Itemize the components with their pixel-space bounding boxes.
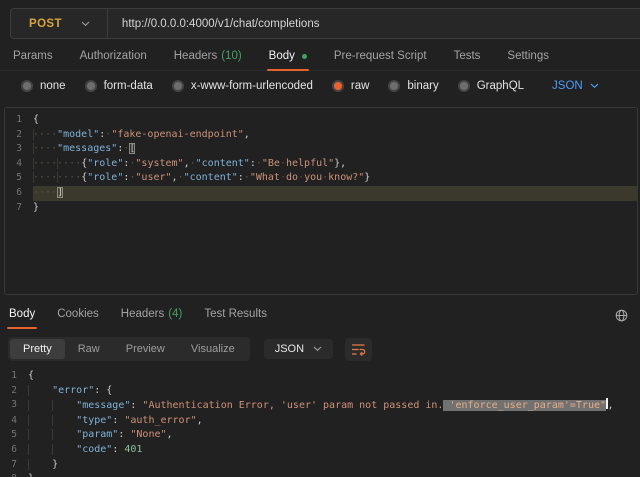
response-tab-cookies[interactable]: Cookies	[57, 308, 99, 328]
line-number: 2	[5, 128, 33, 143]
response-tab-test-results[interactable]: Test Results	[204, 308, 267, 328]
line-number: 7	[5, 201, 33, 216]
line-number: 3	[5, 142, 33, 157]
wrap-text-button[interactable]	[345, 338, 372, 361]
globe-icon[interactable]	[615, 309, 628, 328]
tab-body[interactable]: Body	[269, 50, 307, 70]
tab-headers[interactable]: Headers(10)	[174, 50, 242, 70]
response-tabs: Body Cookies Headers(4) Test Results	[0, 295, 640, 328]
code-line[interactable]: 1{	[0, 369, 640, 384]
body-modified-dot-icon	[302, 54, 307, 59]
radio-icon	[388, 80, 400, 92]
request-tabs: Params Authorization Headers(10) Body Pr…	[0, 39, 640, 71]
chevron-down-icon	[81, 21, 90, 27]
code-line[interactable]: 2····"model":·"fake-openai-endpoint",	[5, 128, 637, 143]
radio-x-www-form-urlencoded[interactable]: x-www-form-urlencoded	[172, 80, 313, 92]
line-number: 4	[0, 414, 28, 429]
radio-raw[interactable]: raw	[332, 80, 370, 92]
radio-none[interactable]: none	[21, 80, 66, 92]
line-number: 3	[0, 398, 28, 414]
tab-pre-request-script[interactable]: Pre-request Script	[334, 50, 427, 70]
response-tab-body[interactable]: Body	[9, 308, 35, 328]
line-number: 1	[5, 113, 33, 128]
chevron-down-icon	[590, 83, 599, 89]
radio-binary[interactable]: binary	[388, 80, 438, 92]
radio-icon	[458, 80, 470, 92]
url-input[interactable]: http://0.0.0.0:4000/v1/chat/completions	[108, 18, 640, 30]
method-dropdown[interactable]: POST	[11, 9, 107, 38]
line-number: 8	[0, 472, 28, 477]
line-number: 2	[0, 384, 28, 399]
line-number: 7	[0, 458, 28, 473]
code-line[interactable]: 2 "error": {	[0, 384, 640, 399]
code-line[interactable]: 7 }	[0, 458, 640, 473]
raw-language-dropdown[interactable]: JSON	[552, 80, 599, 92]
tab-authorization[interactable]: Authorization	[80, 50, 147, 70]
code-line[interactable]: 5 "param": "None",	[0, 428, 640, 443]
view-visualize-button[interactable]: Visualize	[178, 339, 248, 359]
radio-graphql[interactable]: GraphQL	[458, 80, 524, 92]
headers-count-badge: (10)	[221, 50, 241, 62]
line-number: 5	[0, 428, 28, 443]
tab-settings[interactable]: Settings	[507, 50, 549, 70]
view-pretty-button[interactable]: Pretty	[10, 339, 65, 359]
line-number: 1	[0, 369, 28, 384]
postman-window: POST http://0.0.0.0:4000/v1/chat/complet…	[0, 0, 640, 477]
line-number: 4	[5, 157, 33, 172]
radio-icon	[85, 80, 97, 92]
response-toolbar: Pretty Raw Preview Visualize JSON	[8, 337, 640, 361]
code-line[interactable]: 5········{"role":·"user",·"content":·"Wh…	[5, 171, 637, 186]
body-mode-row: none form-data x-www-form-urlencoded raw…	[0, 71, 640, 99]
line-number: 5	[5, 171, 33, 186]
request-url-bar: POST http://0.0.0.0:4000/v1/chat/complet…	[10, 8, 640, 39]
response-tab-headers[interactable]: Headers(4)	[121, 308, 183, 328]
wrap-text-icon	[351, 343, 366, 356]
view-raw-button[interactable]: Raw	[65, 339, 113, 359]
code-line[interactable]: 4 "type": "auth_error",	[0, 414, 640, 429]
radio-selected-icon	[332, 80, 344, 92]
code-line[interactable]: 3····"messages":·[	[5, 142, 637, 157]
code-line[interactable]: 7}	[5, 201, 637, 216]
response-body-editor[interactable]: 1{2 "error": {3 "message": "Authenticati…	[0, 366, 640, 477]
radio-form-data[interactable]: form-data	[85, 80, 153, 92]
code-line[interactable]: 3 "message": "Authentication Error, 'use…	[0, 398, 640, 414]
code-line[interactable]: 4········{"role":·"system",·"content":·"…	[5, 157, 637, 172]
view-preview-button[interactable]: Preview	[113, 339, 178, 359]
line-number: 6	[0, 443, 28, 458]
line-number: 6	[5, 186, 33, 201]
chevron-down-icon	[313, 346, 322, 352]
request-body-editor[interactable]: 1{2····"model":·"fake-openai-endpoint",3…	[4, 107, 638, 295]
code-line[interactable]: 1{	[5, 113, 637, 128]
tab-params[interactable]: Params	[13, 50, 53, 70]
tab-tests[interactable]: Tests	[454, 50, 481, 70]
code-line[interactable]: 8}	[0, 472, 640, 477]
response-headers-count-badge: (4)	[168, 308, 182, 320]
radio-icon	[21, 80, 33, 92]
response-language-dropdown[interactable]: JSON	[264, 339, 333, 359]
radio-icon	[172, 80, 184, 92]
code-line[interactable]: 6 "code": 401	[0, 443, 640, 458]
method-label: POST	[29, 18, 62, 30]
code-line[interactable]: 6····]	[5, 186, 637, 201]
view-switcher: Pretty Raw Preview Visualize	[8, 337, 250, 361]
